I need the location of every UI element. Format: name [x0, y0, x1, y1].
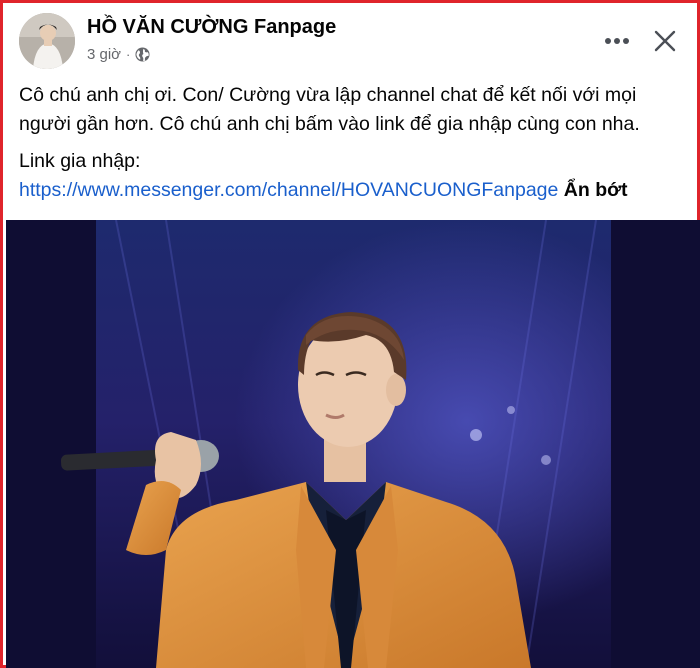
post-message: Cô chú anh chị ơi. Con/ Cường vừa lập ch…	[19, 84, 640, 135]
post-meta: 3 giờ ·	[87, 46, 150, 63]
more-options-button[interactable]	[599, 23, 635, 59]
more-horizontal-icon	[605, 38, 629, 44]
author-name[interactable]: HỒ VĂN CƯỜNG Fanpage	[87, 16, 336, 39]
post-time[interactable]: 3 giờ	[87, 46, 121, 63]
post-header: HỒ VĂN CƯỜNG Fanpage 3 giờ ·	[19, 13, 687, 71]
post-card: HỒ VĂN CƯỜNG Fanpage 3 giờ · Cô chú anh …	[0, 0, 700, 668]
avatar[interactable]	[19, 13, 75, 69]
post-body: Cô chú anh chị ơi. Con/ Cường vừa lập ch…	[19, 81, 691, 205]
singer-photo	[6, 220, 700, 668]
link-line: https://www.messenger.com/channel/HOVANC…	[19, 176, 691, 205]
globe-icon[interactable]	[135, 47, 150, 62]
close-icon	[654, 30, 676, 52]
link-label: Link gia nhập:	[19, 150, 141, 172]
post-photo[interactable]	[6, 220, 700, 668]
avatar-image	[19, 13, 75, 69]
collapse-text-button[interactable]: Ẩn bớt	[564, 179, 628, 201]
close-button[interactable]	[645, 21, 685, 61]
meta-separator: ·	[126, 47, 131, 62]
messenger-channel-link[interactable]: https://www.messenger.com/channel/HOVANC…	[19, 179, 558, 201]
